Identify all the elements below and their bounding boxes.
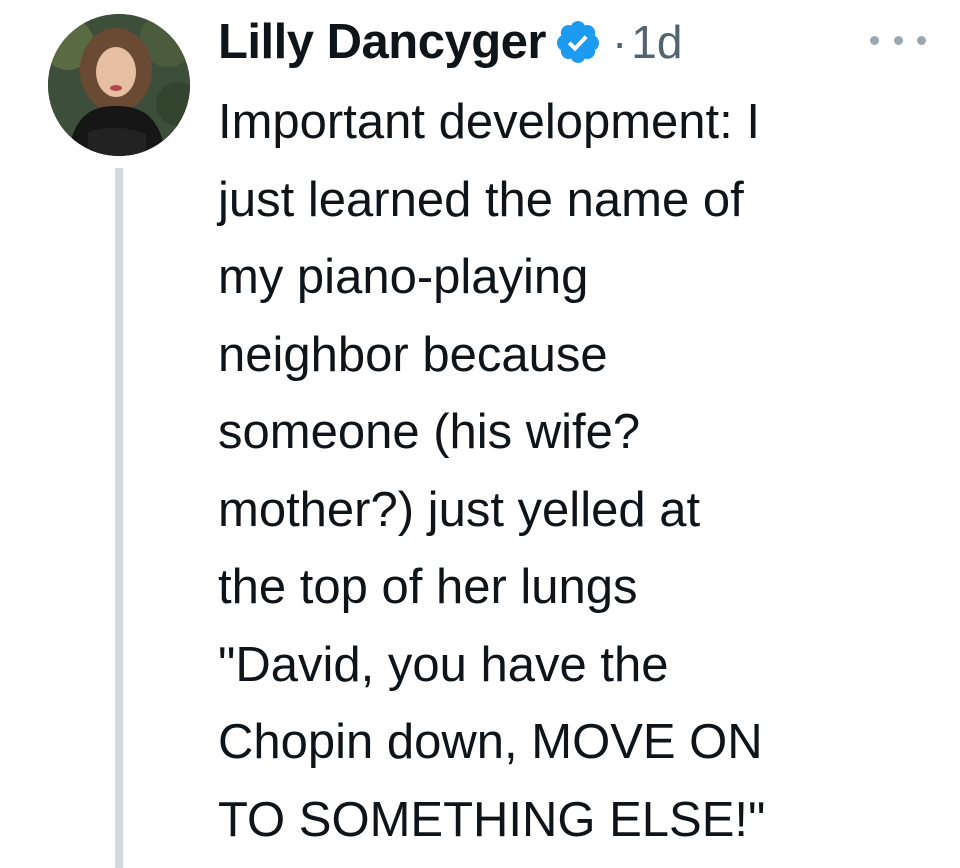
tweet-text-line: someone (his wife? (218, 405, 641, 459)
tweet-text-line: Chopin down, MOVE ON (218, 715, 763, 769)
verified-badge-icon (554, 18, 602, 66)
more-dot (893, 35, 903, 45)
tweet-timestamp[interactable]: 1d (631, 15, 682, 69)
tweet-text-line: TO SOMETHING ELSE!" (218, 792, 766, 847)
tweet-text-line: my piano-playing (218, 250, 589, 304)
separator-dot: · (611, 16, 628, 68)
tweet-text-line: neighbor because (218, 327, 608, 382)
tweet-text-line: the top of her lungs (218, 560, 638, 614)
author-avatar[interactable] (48, 14, 190, 156)
tweet-text-line: just learned the name of (218, 172, 744, 227)
tweet-text-line: mother?) just yelled at (218, 482, 701, 537)
more-dot (917, 35, 926, 45)
tweet-text-line: "David, you have the (218, 637, 669, 692)
tweet-header: Lilly Dancyger · 1d (218, 0, 926, 84)
more-dot (870, 35, 879, 45)
avatar-photo-icon (48, 14, 190, 156)
author-display-name[interactable]: Lilly Dancyger (218, 14, 546, 70)
tweet-text-line: Important development: I (218, 95, 761, 149)
more-options-icon[interactable] (870, 28, 926, 52)
tweet-content: Lilly Dancyger · 1d Important developmen… (218, 0, 926, 859)
tweet-text: Important development: I just learned th… (218, 84, 920, 859)
thread-connector-line (115, 168, 123, 868)
